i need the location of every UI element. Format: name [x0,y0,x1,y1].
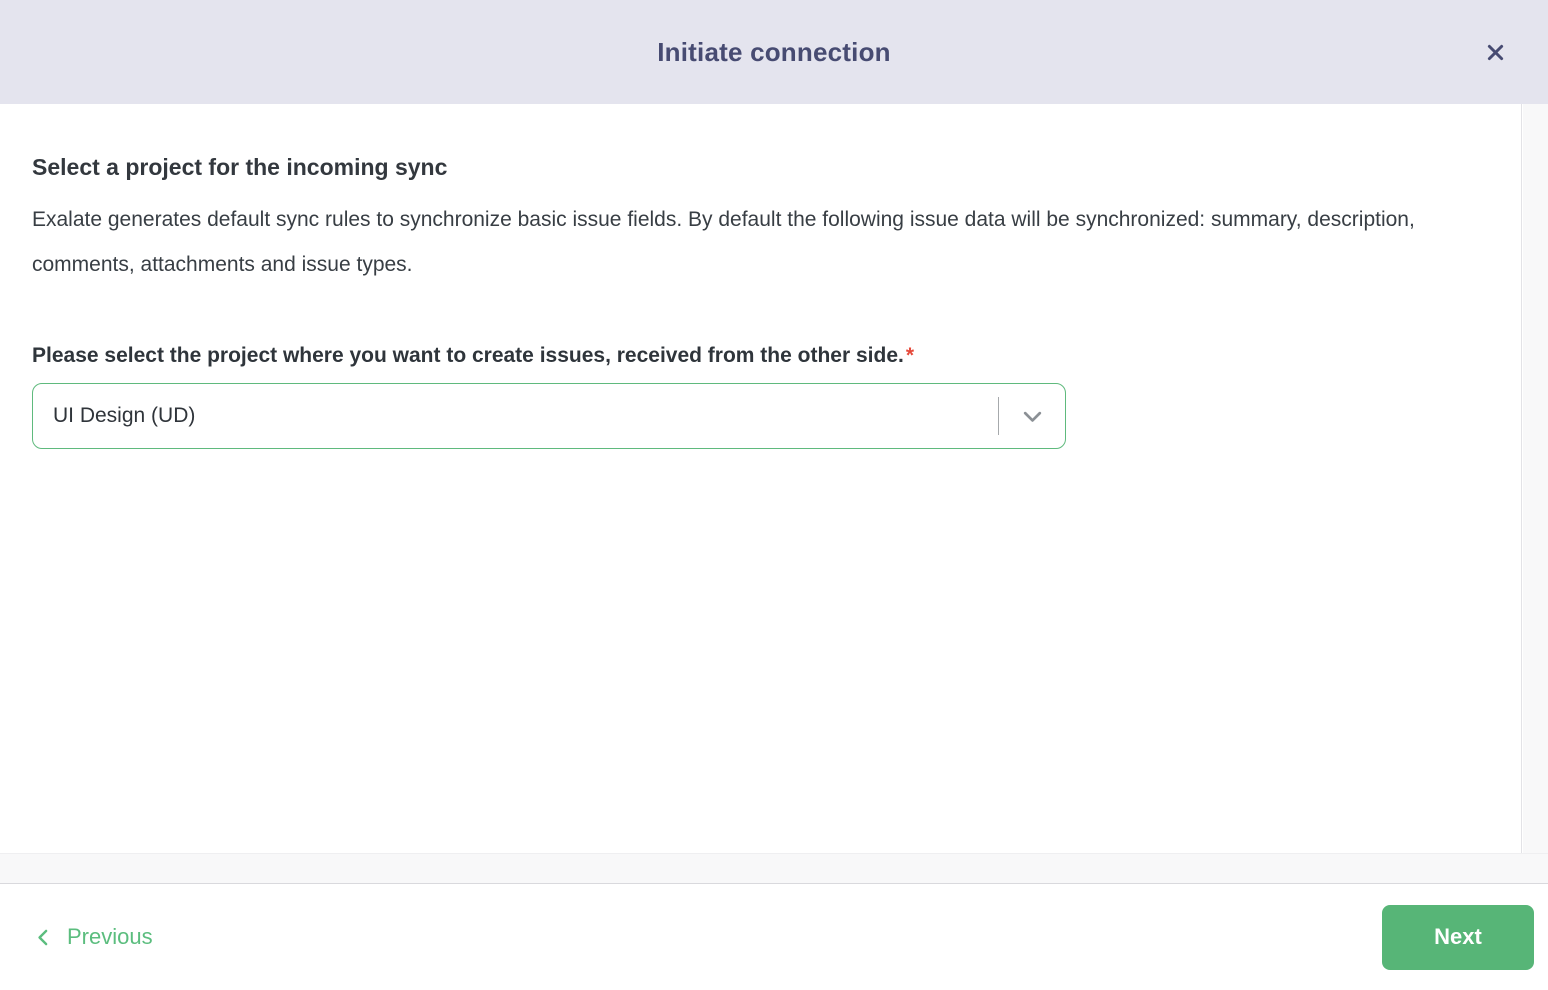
close-button[interactable] [1478,35,1512,69]
chevron-down-icon[interactable] [999,403,1065,430]
required-asterisk: * [905,344,915,367]
project-select[interactable]: UI Design (UD) [32,383,1066,449]
project-select-value: UI Design (UD) [53,404,196,427]
previous-button[interactable]: Previous [33,924,153,950]
scrollbar-gutter [1523,104,1548,883]
content-panel: Select a project for the incoming sync E… [0,104,1522,853]
chevron-left-icon [38,929,48,945]
modal-title: Initiate connection [657,36,891,67]
modal-body: Select a project for the incoming sync E… [0,104,1548,883]
initiate-connection-dialog: Initiate connection Select a project for… [0,0,1548,990]
next-button[interactable]: Next [1382,904,1534,970]
previous-label: Previous [67,924,153,949]
modal-header: Initiate connection [0,0,1548,104]
close-icon [1487,44,1503,60]
label-text: Please select the project where you want… [32,344,904,367]
description-text: Exalate generates default sync rules to … [32,208,1415,276]
project-select-label: Please select the project where you want… [32,344,1481,368]
body-bottom-strip [0,853,1548,883]
modal-footer: Previous Next [0,883,1548,990]
section-heading: Select a project for the incoming sync [32,154,448,180]
